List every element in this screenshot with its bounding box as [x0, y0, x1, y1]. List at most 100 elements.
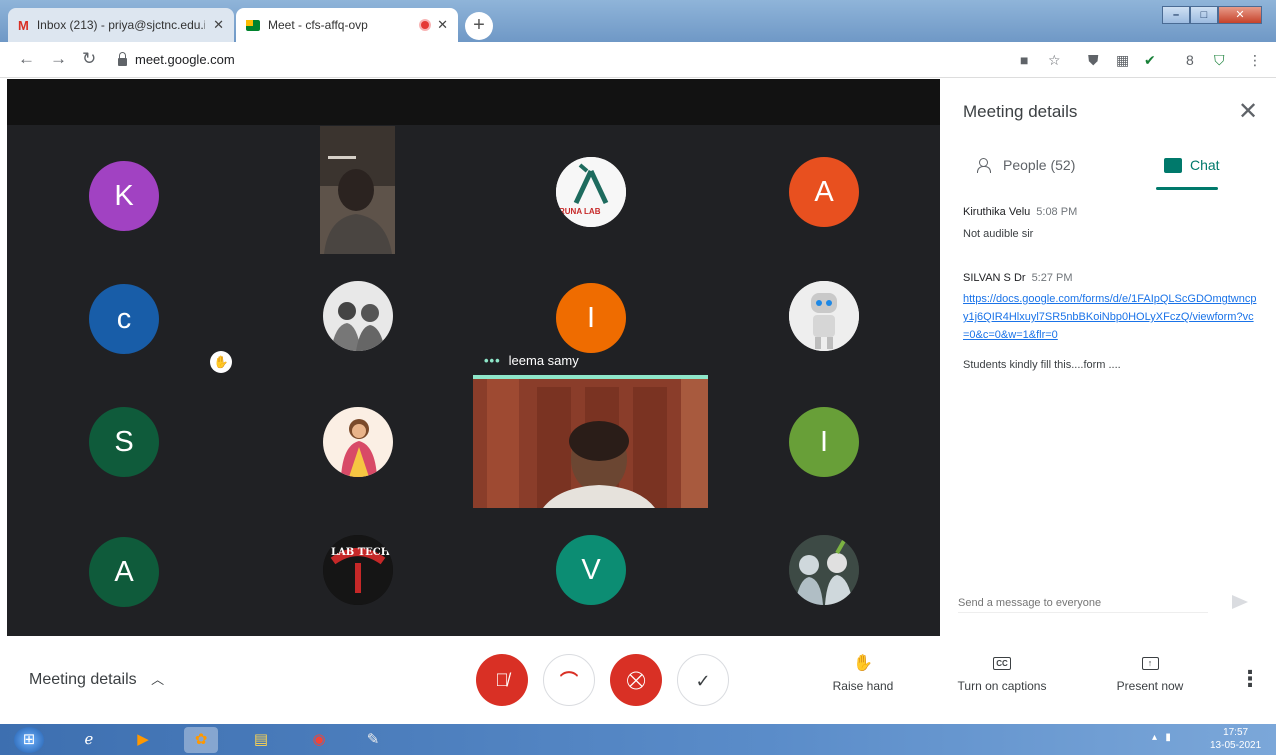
internet-explorer-icon[interactable]: ℯ: [72, 727, 106, 753]
present-icon: ↑: [1141, 657, 1159, 670]
taskbar-clock[interactable]: 17:57 13-05-2021: [1210, 726, 1261, 752]
leave-call-button[interactable]: ⌒: [543, 654, 595, 706]
chat-message: SILVAN S Dr 5:27 PM https://docs.google.c…: [963, 272, 1258, 374]
avatar-initial: S: [114, 426, 134, 458]
checkmark-extension-icon[interactable]: ✔: [1144, 52, 1156, 69]
chevron-up-icon: ︿: [151, 672, 165, 687]
message-link[interactable]: https://docs.google.com/forms/d/e/1FAIpQ…: [963, 290, 1258, 344]
message-time: 5:08 PM: [1036, 206, 1078, 218]
media-player-icon[interactable]: ▶: [126, 727, 160, 753]
tab-title: Inbox (213) - priya@sjctnc.edu.in: [36, 18, 206, 32]
url-text: meet.google.com: [135, 52, 235, 67]
meeting-details-button[interactable]: Meeting details ︿: [29, 669, 164, 689]
participant-avatar-s[interactable]: S: [89, 407, 159, 477]
present-now-button[interactable]: ↑ Present now: [1100, 653, 1200, 693]
active-speaker-label: ••• leema samy: [484, 353, 579, 368]
participant-avatar-a2[interactable]: A: [89, 537, 159, 607]
meeting-details-label: Meeting details: [29, 671, 137, 688]
url-field[interactable]: meet.google.com: [118, 51, 235, 67]
extension-shield-icon[interactable]: ⛊: [1088, 52, 1099, 69]
close-panel-icon[interactable]: ✕: [1238, 97, 1258, 126]
mic-off-icon: 🎙̸: [495, 670, 509, 690]
paint-icon[interactable]: ✎: [356, 727, 390, 753]
app-icon[interactable]: ✿: [184, 727, 218, 753]
participant-photo-medical[interactable]: [789, 535, 859, 605]
chat-message-input[interactable]: [958, 593, 1208, 613]
lab-tech-logo-image: [323, 535, 393, 605]
participant-photo-labtech[interactable]: LAB TECH: [323, 535, 393, 605]
profile-icon[interactable]: 8: [1186, 52, 1194, 68]
participant-photo-robot[interactable]: [789, 281, 859, 351]
raise-hand-button[interactable]: ✋ Raise hand: [818, 653, 908, 693]
system-tray[interactable]: ▴ ▮: [1152, 732, 1171, 743]
raise-hand-label: Raise hand: [832, 679, 894, 693]
clock-date: 13-05-2021: [1210, 740, 1262, 751]
message-sender: SILVAN S Dr: [963, 272, 1026, 284]
captions-button[interactable]: CC Turn on captions: [944, 653, 1060, 693]
reload-icon[interactable]: ↻: [82, 49, 96, 69]
send-icon[interactable]: [1232, 595, 1248, 609]
checkmark-button[interactable]: ✓: [677, 654, 729, 706]
logo-text: RUNA LAB: [559, 207, 601, 216]
chat-icon: [1164, 157, 1182, 173]
captions-label: Turn on captions: [957, 679, 1047, 693]
meeting-details-panel: Meeting details ✕ People (52) Chat Kirut…: [940, 79, 1276, 636]
camera-icon[interactable]: ■: [1020, 52, 1028, 68]
minimize-button[interactable]: –: [1162, 6, 1190, 24]
active-tab-indicator: [1156, 187, 1218, 190]
medical-team-image: [789, 535, 859, 605]
microphone-off-button[interactable]: 🎙̸: [476, 654, 528, 706]
speaking-indicator-icon: •••: [484, 353, 501, 368]
participant-avatar-v[interactable]: V: [556, 535, 626, 605]
lab-tech-text: LAB TECH: [331, 547, 391, 558]
grid-extension-icon[interactable]: ▦: [1116, 52, 1129, 69]
close-tab-icon[interactable]: ✕: [213, 17, 224, 33]
forward-icon[interactable]: →: [50, 49, 67, 69]
file-explorer-icon[interactable]: ▤: [244, 727, 278, 753]
meet-icon: [246, 19, 260, 31]
bookmark-star-icon[interactable]: ☆: [1048, 52, 1061, 69]
grid-header-band: [7, 79, 940, 125]
camera-off-button[interactable]: ⛒: [610, 654, 662, 706]
more-options-icon[interactable]: ⋮: [1239, 666, 1261, 692]
participant-avatar-c[interactable]: c: [89, 284, 159, 354]
hang-up-icon: ⌒: [560, 671, 578, 691]
maximize-button[interactable]: □: [1190, 6, 1218, 24]
video-frame: [320, 126, 395, 254]
call-controls-bar: Meeting details ︿ 🎙̸ ⌒ ⛒ ✓ ✋ Raise hand …: [0, 636, 1276, 724]
tab-gmail[interactable]: M Inbox (213) - priya@sjctnc.edu.in ✕: [8, 8, 234, 42]
tab-people-label: People (52): [1003, 157, 1076, 173]
avatar-initial: K: [114, 180, 134, 212]
shield-extension-icon[interactable]: ⛉: [1214, 52, 1225, 69]
participant-photo-woman[interactable]: [323, 407, 393, 477]
tab-chat[interactable]: Chat: [1164, 157, 1220, 173]
back-icon[interactable]: ←: [18, 49, 35, 69]
avatar-initial: I: [586, 302, 596, 334]
browser-menu-icon[interactable]: ⋮: [1248, 52, 1262, 69]
participant-avatar-k[interactable]: K: [89, 161, 159, 231]
participant-photo-group[interactable]: [323, 281, 393, 351]
new-tab-button[interactable]: +: [465, 12, 493, 40]
lock-icon: [118, 51, 127, 66]
participant-avatar-a[interactable]: A: [789, 157, 859, 227]
speaker-video-frame: [473, 379, 708, 508]
close-tab-icon[interactable]: ✕: [437, 17, 448, 33]
participant-avatar-i[interactable]: I: [556, 283, 626, 353]
close-window-button[interactable]: ✕: [1218, 6, 1262, 24]
cartoon-woman-image: [323, 407, 393, 477]
address-bar: ← → ↻ meet.google.com ■ ☆ ⛊ ▦ ✔ 8 ⛉ ⋮: [0, 42, 1276, 78]
message-time: 5:27 PM: [1031, 272, 1073, 284]
message-sender: Kiruthika Velu: [963, 206, 1031, 218]
message-text: Not audible sir: [963, 228, 1034, 240]
chrome-icon[interactable]: ◉: [302, 727, 336, 753]
avatar-initial: V: [581, 554, 601, 586]
avatar-initial: c: [116, 303, 132, 335]
tab-people[interactable]: People (52): [977, 157, 1075, 173]
tab-meet[interactable]: Meet - cfs-affq-ovp ✕: [236, 8, 458, 42]
participant-avatar-i2[interactable]: I: [789, 407, 859, 477]
participant-video-man[interactable]: [320, 126, 395, 254]
participant-photo-logo[interactable]: RUNA LAB: [556, 157, 626, 227]
active-speaker-video[interactable]: [473, 379, 708, 508]
start-button[interactable]: ⊞: [14, 727, 44, 753]
avatar-initial: I: [819, 426, 829, 458]
